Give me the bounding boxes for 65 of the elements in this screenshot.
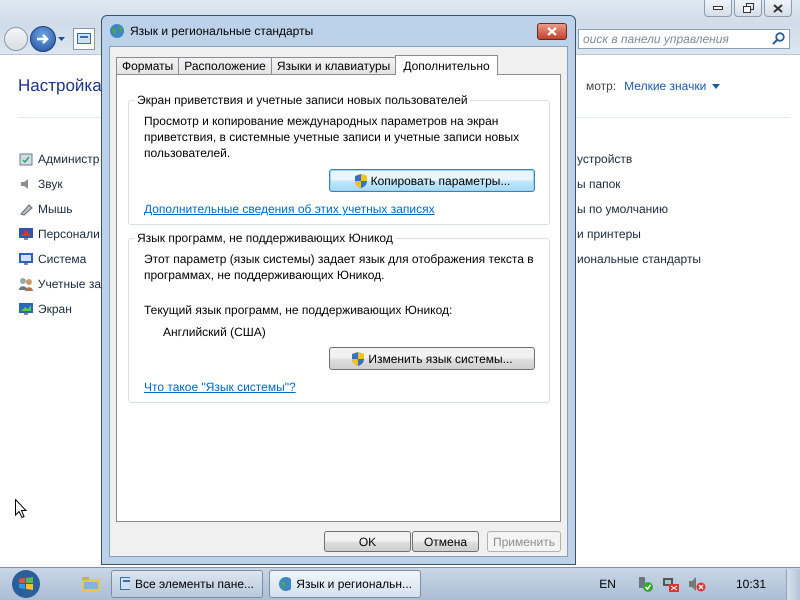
control-panel-item[interactable]: Мышь [18,196,101,221]
item-icon [18,250,34,266]
globe-icon [109,23,125,39]
item-icon [18,276,34,292]
restore-icon [742,3,754,13]
current-language-label: Текущий язык программ, не поддерживающих Юникод: [144,303,454,317]
close-icon [547,26,557,36]
globe-icon [278,576,292,592]
window-icon [120,577,130,591]
group-title: Язык программ, не поддерживающих Юникод [135,231,395,245]
settings-button[interactable]: Изменить язык системы... [329,347,535,370]
dialog-button[interactable]: OK [324,531,411,552]
taskbar-button[interactable]: Все элементы пане... [111,570,263,598]
dropdown-icon[interactable] [58,37,65,41]
taskbar-button[interactable]: Язык и региональн... [269,570,421,598]
language-indicator[interactable]: EN [599,577,616,591]
muted-speaker-icon[interactable] [688,576,706,592]
clock[interactable]: 10:31 [736,577,766,591]
start-button[interactable] [9,569,43,599]
control-panel-item[interactable]: Звук [18,171,101,196]
help-link[interactable]: Дополнительные сведения об этих учетных записях [144,202,435,216]
restore-button[interactable] [734,0,762,17]
group-description: Просмотр и копирование международных параметров на экран приветствия, в системные учетные записи и учетные записи новых пользователей. [144,113,520,161]
control-panel-item[interactable]: иональные стандарты [577,246,702,271]
close-button[interactable] [764,0,792,17]
tab[interactable]: Дополнительно [395,55,498,75]
control-panel-item[interactable]: и принтеры [577,221,702,246]
address-icon[interactable] [73,28,95,50]
item-icon [18,300,34,316]
tab[interactable]: Расположение [178,57,272,74]
item-icon [18,226,34,242]
dialog-title: Язык и региональные стандарты [130,24,314,38]
tab[interactable]: Языки и клавиатуры [270,57,396,74]
group-description: Этот параметр (язык системы) задает язык для отображения текста в программах, не поддерживающих Юникод. [144,251,535,283]
shield-icon [351,350,366,366]
current-language-value: Английский (США) [162,325,267,339]
control-panel-item[interactable]: Экран [18,296,101,321]
group-title: Экран приветствия и учетные записи новых пользователей [135,93,470,107]
settings-button[interactable]: Копировать параметры... [329,169,535,192]
control-panel-item[interactable]: Система [18,246,101,271]
cursor-icon [15,499,27,518]
network-icon[interactable] [662,576,680,592]
view-dropdown[interactable]: Мелкие значки [624,79,720,93]
close-button[interactable] [537,22,567,40]
control-panel-item[interactable]: Администр [18,146,101,171]
minimize-icon [713,6,723,10]
forward-button[interactable] [30,26,56,52]
dialog-button[interactable]: Отмена [412,531,479,552]
view-label: мотр: [586,79,616,93]
tab[interactable]: Форматы [116,57,180,74]
control-panel-item[interactable]: ы по умолчанию [577,196,702,221]
control-panel-item[interactable]: Учетные за [18,271,101,296]
minimize-button[interactable] [704,0,732,17]
page-title: Настройка [18,76,103,96]
search-icon[interactable] [772,32,785,45]
search-field[interactable]: оиск в панели управления [578,29,790,49]
control-panel-item[interactable]: Персонали [18,221,101,246]
help-link[interactable]: Что такое "Язык системы"? [144,380,296,394]
control-panel-item[interactable]: устройств [577,146,702,171]
arrow-icon [36,33,50,45]
control-panel-item[interactable]: ы папок [577,171,702,196]
close-icon [773,4,783,12]
shield-icon [354,172,368,188]
caret-icon [712,84,720,88]
item-icon [18,150,34,166]
